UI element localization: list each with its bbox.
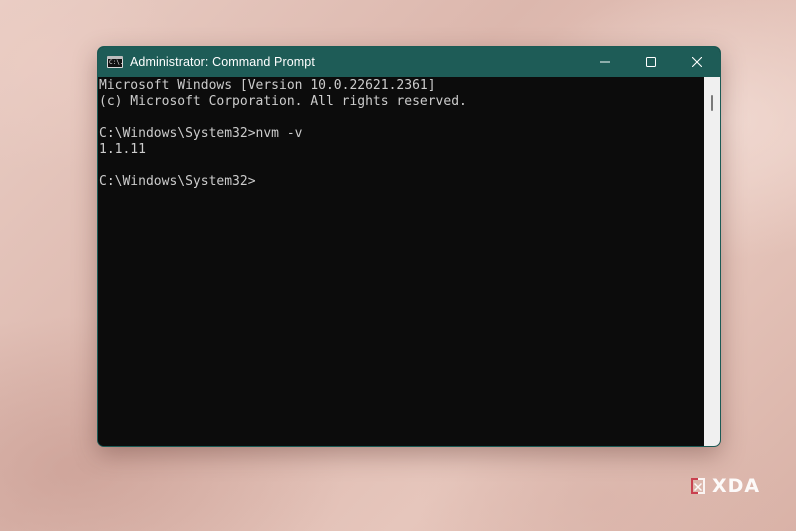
- terminal-line: 1.1.11: [99, 142, 146, 157]
- maximize-icon: [646, 57, 656, 67]
- command-prompt-icon-text: C:\.: [108, 59, 122, 67]
- command-prompt-window: C:\. Administrator: Command Prompt: [97, 46, 721, 447]
- terminal-output[interactable]: Microsoft Windows [Version 10.0.22621.23…: [98, 77, 704, 446]
- terminal-line: Microsoft Windows [Version 10.0.22621.23…: [99, 78, 436, 93]
- xda-logo-text: XDA: [712, 475, 761, 497]
- xda-logo-icon: [691, 478, 705, 494]
- close-button[interactable]: [674, 47, 720, 77]
- scrollbar-thumb[interactable]: [711, 95, 713, 111]
- window-controls: [582, 47, 720, 77]
- terminal-line: C:\Windows\System32>nvm -v: [99, 126, 303, 141]
- window-title: Administrator: Command Prompt: [130, 55, 315, 69]
- xda-watermark: XDA: [688, 475, 760, 497]
- maximize-button[interactable]: [628, 47, 674, 77]
- minimize-icon: [600, 61, 610, 63]
- terminal-line: (c) Microsoft Corporation. All rights re…: [99, 94, 467, 109]
- vertical-scrollbar[interactable]: [704, 77, 720, 446]
- close-icon: [692, 57, 702, 67]
- terminal-prompt-line: C:\Windows\System32>: [99, 174, 256, 189]
- command-prompt-icon[interactable]: C:\.: [107, 56, 123, 68]
- title-bar[interactable]: C:\. Administrator: Command Prompt: [98, 47, 720, 77]
- minimize-button[interactable]: [582, 47, 628, 77]
